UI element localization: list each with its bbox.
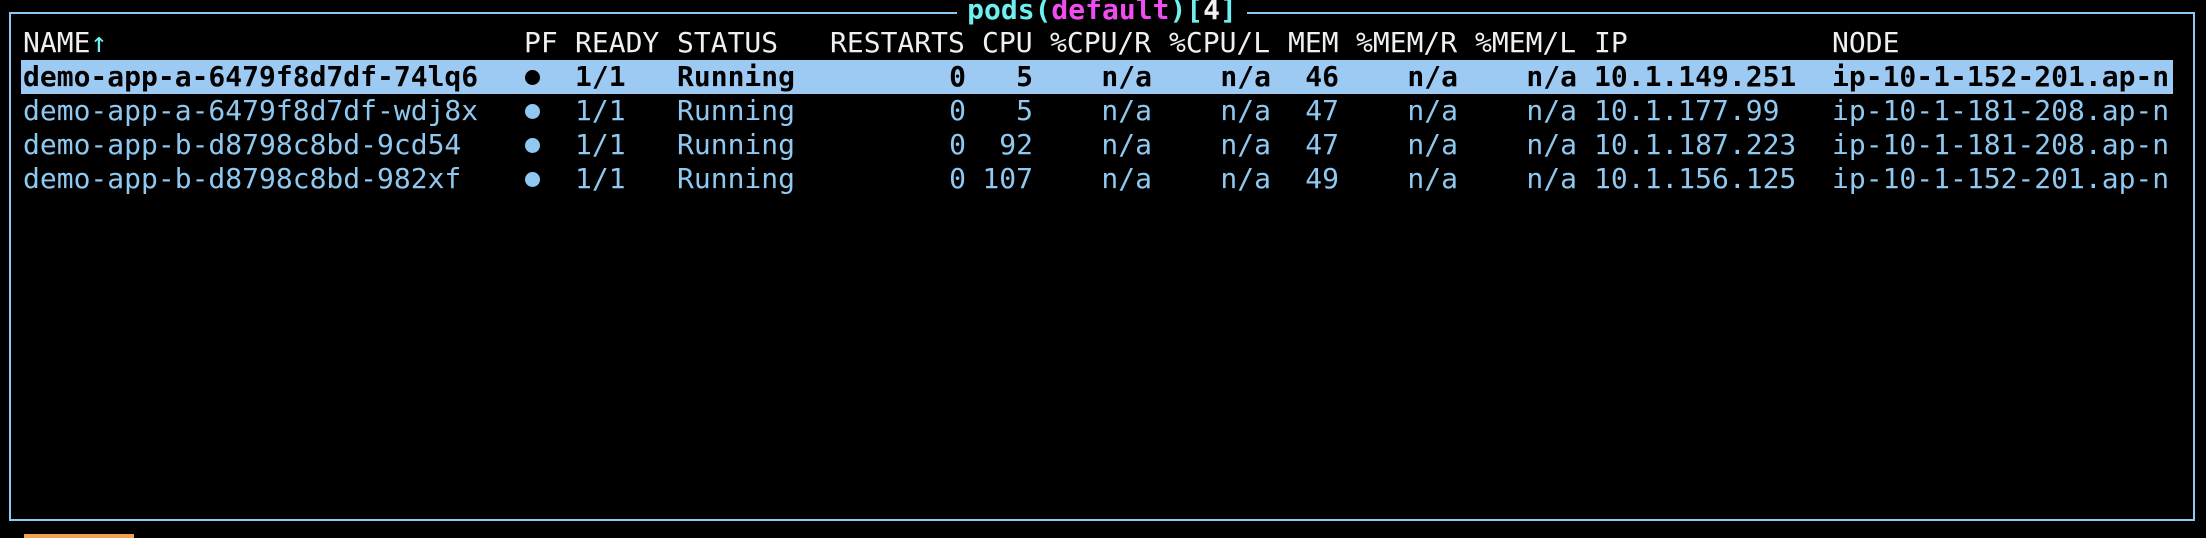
pod-mem: 47 [1305, 128, 1339, 161]
pod-name: demo-app-a-6479f8d7df-74lq6 [23, 60, 479, 93]
pod-node: ip-10-1-152-201.ap-n [1832, 60, 2170, 93]
sort-ascending-icon: ↑ [90, 26, 108, 59]
table-row[interactable]: demo-app-a-6479f8d7df-74lq6 1/1 Running 0 5 n… [21, 60, 2173, 94]
port-forward-dot-icon [525, 137, 540, 153]
pod-cpu-request: n/a [1101, 162, 1152, 195]
table-header: NAME↑ PF READY STATUS RESTARTS CPU %CPU/… [21, 26, 2173, 60]
pod-ready: 1/1 [575, 60, 626, 93]
pod-mem-request: n/a [1407, 162, 1458, 195]
column-header-mem-limit[interactable]: %MEM/L [1475, 26, 1576, 60]
pod-mem-limit: n/a [1526, 162, 1577, 195]
column-header-ip[interactable]: IP [1594, 26, 1628, 60]
pod-mem: 46 [1305, 60, 1339, 93]
port-forward-dot-icon [525, 69, 540, 85]
pod-restarts: 0 [949, 94, 966, 127]
pod-mem-limit: n/a [1526, 94, 1577, 127]
column-header-name[interactable]: NAME↑ [23, 26, 107, 60]
column-header-mem[interactable]: MEM [1288, 26, 1339, 60]
column-header-ready[interactable]: READY [575, 26, 659, 60]
pod-cpu-request: n/a [1101, 94, 1152, 127]
pod-node: ip-10-1-181-208.ap-n [1832, 94, 2170, 127]
pod-cpu-limit: n/a [1220, 128, 1271, 161]
pod-cpu: 107 [982, 162, 1033, 195]
pod-name: demo-app-b-d8798c8bd-982xf [23, 162, 462, 195]
pod-cpu: 92 [999, 128, 1033, 161]
pod-ip: 10.1.149.251 [1594, 60, 1797, 93]
column-header-status[interactable]: STATUS [677, 26, 778, 60]
port-forward-indicator [525, 128, 540, 162]
pod-cpu: 5 [1016, 60, 1033, 93]
pod-ready: 1/1 [575, 128, 626, 161]
port-forward-dot-icon [525, 103, 540, 119]
pod-mem-limit: n/a [1526, 60, 1577, 93]
column-header-node[interactable]: NODE [1832, 26, 1899, 60]
pod-node: ip-10-1-152-201.ap-n [1832, 162, 2170, 195]
pod-node: ip-10-1-181-208.ap-n [1832, 128, 2170, 161]
pod-name: demo-app-a-6479f8d7df-wdj8x [23, 94, 479, 127]
pod-ip: 10.1.156.125 [1594, 162, 1797, 195]
pod-name: demo-app-b-d8798c8bd-9cd54 [23, 128, 462, 161]
column-header-mem-request[interactable]: %MEM/R [1356, 26, 1457, 60]
pod-cpu-request: n/a [1101, 60, 1152, 93]
pod-mem-request: n/a [1407, 94, 1458, 127]
pod-status: Running [677, 128, 796, 161]
pod-ip: 10.1.177.99 [1594, 94, 1780, 127]
pod-status: Running [677, 60, 796, 93]
pod-restarts: 0 [949, 128, 966, 161]
pod-ready: 1/1 [575, 162, 626, 195]
pod-mem-request: n/a [1407, 128, 1458, 161]
pod-mem: 47 [1305, 94, 1339, 127]
pod-ready: 1/1 [575, 94, 626, 127]
column-header-cpu-request[interactable]: %CPU/R [1050, 26, 1151, 60]
table-row[interactable]: demo-app-b-d8798c8bd-9cd54 1/1 Running 0 92 n… [21, 128, 2173, 162]
pod-restarts: 0 [949, 60, 966, 93]
pod-ip: 10.1.187.223 [1594, 128, 1797, 161]
pod-cpu-limit: n/a [1220, 60, 1271, 93]
pod-status: Running [677, 94, 796, 127]
column-header-cpu-limit[interactable]: %CPU/L [1169, 26, 1270, 60]
pod-mem: 49 [1305, 162, 1339, 195]
bottom-indicator [24, 534, 134, 538]
port-forward-indicator [525, 162, 540, 196]
pod-restarts: 0 [949, 162, 966, 195]
port-forward-indicator [525, 94, 540, 128]
port-forward-indicator [525, 60, 540, 94]
column-header-restarts[interactable]: RESTARTS [830, 26, 965, 60]
table-row[interactable]: demo-app-a-6479f8d7df-wdj8x 1/1 Running 0 5 n… [21, 94, 2173, 128]
column-header-cpu[interactable]: CPU [982, 26, 1033, 60]
pod-cpu: 5 [1016, 94, 1033, 127]
pod-status: Running [677, 162, 796, 195]
pod-cpu-limit: n/a [1220, 94, 1271, 127]
pod-cpu-request: n/a [1101, 128, 1152, 161]
port-forward-dot-icon [525, 171, 540, 187]
column-header-pf[interactable]: PF [524, 26, 558, 60]
table-row[interactable]: demo-app-b-d8798c8bd-982xf 1/1 Running 0 107… [21, 162, 2173, 196]
pod-mem-limit: n/a [1526, 128, 1577, 161]
pod-cpu-limit: n/a [1220, 162, 1271, 195]
pod-mem-request: n/a [1407, 60, 1458, 93]
